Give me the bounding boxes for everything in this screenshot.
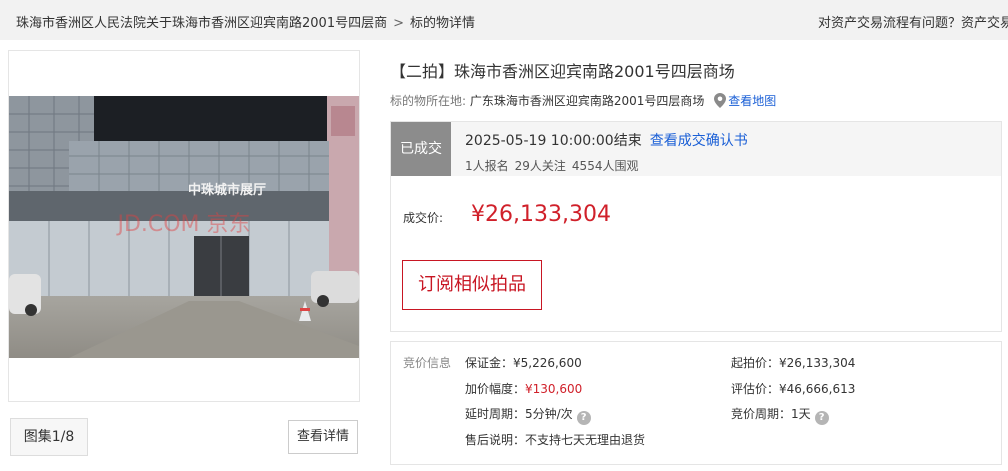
view-details-button[interactable]: 查看详情 [288, 420, 358, 454]
deposit: 保证金：¥5,226,600 [465, 356, 582, 370]
view-confirmation-link[interactable]: 查看成交确认书 [650, 133, 748, 149]
subscribe-similar-button[interactable]: 订阅相似拍品 [402, 260, 542, 310]
item-title: 【二拍】珠海市香洲区迎宾南路2001号四层商场 [390, 62, 735, 81]
help-link[interactable]: 对资产交易流程有问题？资产交易客 [818, 12, 1008, 31]
signup-count: 1人报名 [465, 159, 509, 173]
appraisal-price: 评估价：¥46,666,613 [731, 382, 856, 396]
jd-watermark: JD.COM 京东 [115, 212, 250, 237]
increment: 加价幅度：¥130,600 [465, 380, 582, 397]
increment-value: ¥130,600 [525, 382, 583, 396]
breadcrumb-current: 标的物详情 [410, 16, 476, 31]
location-value: 广东珠海市香洲区迎宾南路2001号四层商场 [469, 94, 705, 108]
follower-count: 29人关注 [514, 159, 566, 173]
end-time-text: 2025-05-19 10:00:00结束 [465, 133, 642, 149]
property-photo[interactable]: 中珠城市展厅 JD.COM 京东 [9, 96, 359, 358]
delay-text: 延时周期：5分钟/次 [465, 407, 573, 421]
final-price: ¥26,133,304 [471, 202, 611, 227]
map-pin-icon [714, 93, 727, 108]
end-time: 2025-05-19 10:00:00结束 查看成交确认书 [465, 130, 748, 150]
bid-info-panel: 竞价信息 保证金：¥5,226,600 加价幅度：¥130,600 延时周期：5… [390, 341, 1002, 465]
gallery-counter[interactable]: 图集1/8 [10, 418, 88, 456]
breadcrumb-separator: > [393, 16, 404, 31]
bid-info-header: 竞价信息 [403, 356, 452, 370]
image-gallery: 中珠城市展厅 JD.COM 京东 [8, 50, 360, 402]
start-price: 起拍价：¥26,133,304 [731, 356, 856, 370]
breadcrumb: 珠海市香洲区人民法院关于珠海市香洲区迎宾南路2001号四层商 > 标的物详情 [16, 12, 475, 31]
location-label: 标的物所在地: [390, 94, 467, 108]
view-map-link[interactable]: 查看地图 [728, 94, 776, 108]
top-bar: 珠海市香洲区人民法院关于珠海市香洲区迎宾南路2001号四层商 > 标的物详情 对资产… [0, 0, 1008, 40]
final-price-label: 成交价: [403, 211, 444, 225]
status-badge: 已成交 [391, 122, 451, 176]
increment-label: 加价幅度： [465, 382, 526, 396]
item-location: 标的物所在地: 广东珠海市香洲区迎宾南路2001号四层商场 查看地图 [390, 92, 776, 109]
delay-help-icon[interactable]: ? [576, 411, 591, 425]
auction-status-panel: 已成交 2025-05-19 10:00:00结束 查看成交确认书 1人报名 29人… [390, 121, 1002, 332]
bid-period-help-icon[interactable]: ? [814, 411, 829, 425]
building-sign-text: 中珠城市展厅 [188, 182, 266, 198]
status-header: 已成交 2025-05-19 10:00:00结束 查看成交确认书 1人报名 29人… [391, 122, 1001, 176]
bid-period: 竞价周期：1天? [731, 405, 829, 425]
breadcrumb-court-link[interactable]: 珠海市香洲区人民法院关于珠海市香洲区迎宾南路2001号四层商 [16, 16, 387, 31]
delay-period: 延时周期：5分钟/次? [465, 405, 591, 425]
auction-stats: 1人报名 29人关注 4554人围观 [465, 157, 644, 174]
bid-period-text: 竞价周期：1天 [731, 407, 811, 421]
after-sale: 售后说明：不支持七天无理由退货 [465, 433, 646, 447]
viewer-count: 4554人围观 [571, 159, 639, 173]
